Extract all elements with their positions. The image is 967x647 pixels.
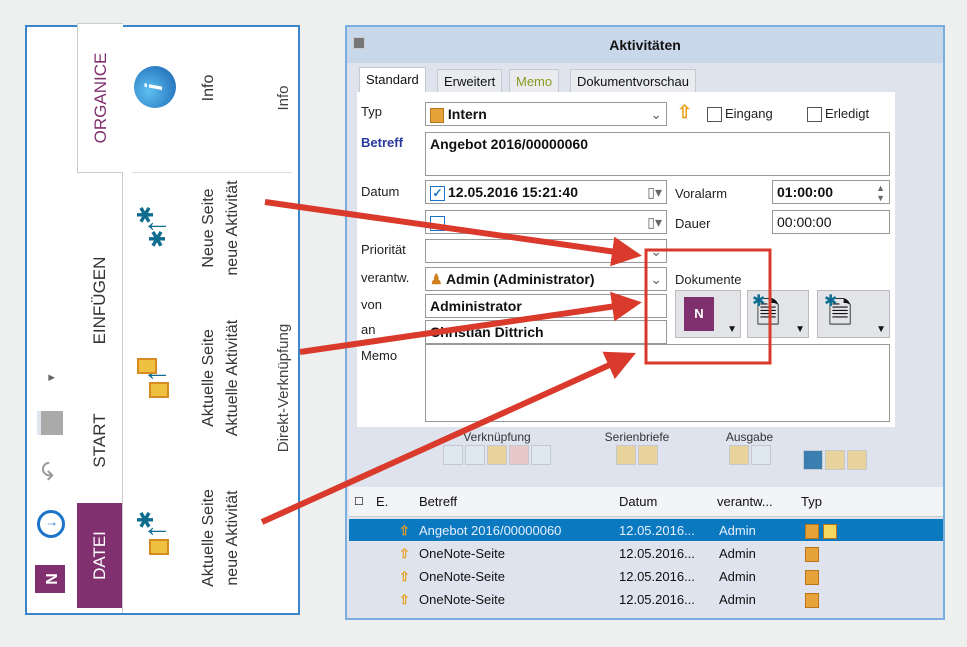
arrow-aktuelle-seite-neue [260, 351, 636, 525]
arrow-aktuelle-seite [299, 291, 642, 355]
arrow-neue-seite [264, 199, 642, 267]
annotation-overlay [260, 199, 772, 525]
highlight-box [644, 248, 772, 365]
